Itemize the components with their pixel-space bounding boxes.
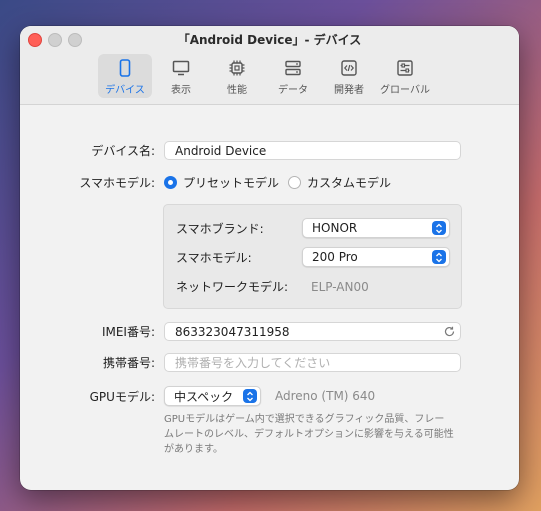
custom-model-label[interactable]: カスタムモデル [307,174,391,191]
tab-global[interactable]: グローバル [378,54,432,98]
brand-label: スマホブランド: [176,221,264,236]
tab-device[interactable]: デバイス [98,54,152,98]
phone-number-placeholder: 携帯番号を入力してください [175,356,331,370]
gpu-description-line: ムレートのレベル、デフォルトオプションに影響を与える可能性 [164,429,454,440]
phone-number-label: 携帯番号: [102,356,155,370]
refresh-icon[interactable] [443,325,456,341]
chevron-updown-icon [243,389,257,403]
window-title: 「Android Device」- デバイス [177,33,362,47]
toolbar: 「Android Device」- デバイス デバイス 表示 性能 データ 開発… [20,26,519,105]
device-name-field[interactable]: Android Device [164,141,461,160]
gpu-label: GPUモデル: [89,389,155,404]
gpu-select-value: 中スペック [174,389,234,404]
imei-value: 863323047311958 [175,324,290,339]
gpu-description-line: GPUモデルはゲーム内で選択できるグラフィック品質、フレー [164,414,445,425]
gpu-name: Adreno (TM) 640 [275,389,376,403]
tab-label: 性能 [227,85,247,96]
device-settings-pane: デバイス名: Android Device スマホモデル: プリセットモデル カ… [20,105,519,490]
brand-select-value: HONOR [312,221,358,235]
tab-performance[interactable]: 性能 [210,54,264,98]
brand-select[interactable]: HONOR [302,218,450,238]
network-model-label: ネットワークモデル: [176,280,289,294]
tab-data[interactable]: データ [266,54,320,98]
phone-icon [119,59,131,77]
tab-label: デバイス [105,85,145,96]
network-model-value: ELP-AN00 [311,279,369,294]
cpu-icon [229,60,245,76]
gpu-description-line: があります。 [164,444,223,455]
model-select-value: 200 Pro [312,250,358,264]
monitor-icon [172,60,190,76]
gpu-description: GPUモデルはゲーム内で選択できるグラフィック品質、フレー ムレートのレベル、デ… [164,412,474,457]
preset-model-group: スマホブランド: HONOR スマホモデル: 200 Pro ネットワークモデル… [163,204,462,309]
tab-label: 表示 [171,85,191,96]
tab-label: データ [278,85,308,96]
sliders-icon [397,60,413,76]
preset-model-label[interactable]: プリセットモデル [183,174,279,191]
tab-label: グローバル [380,85,430,96]
phone-number-field[interactable]: 携帯番号を入力してください [164,353,461,372]
code-icon [341,60,357,76]
model-label: スマホモデル: [176,250,252,265]
imei-field[interactable]: 863323047311958 [164,322,461,341]
model-mode-label: スマホモデル: [79,176,155,190]
settings-window: 「Android Device」- デバイス デバイス 表示 性能 データ 開発… [20,26,519,490]
storage-icon [285,60,301,76]
gpu-select[interactable]: 中スペック [164,386,261,406]
tab-developer[interactable]: 開発者 [322,54,376,98]
custom-model-radio[interactable] [288,176,302,189]
device-name-label: デバイス名: [91,144,155,158]
model-select[interactable]: 200 Pro [302,247,450,267]
tab-bar: デバイス 表示 性能 データ 開発者 グローバル [98,54,432,100]
preset-model-radio[interactable] [164,176,177,189]
chevron-updown-icon [432,221,446,235]
imei-label: IMEI番号: [101,325,155,339]
tab-display[interactable]: 表示 [154,54,208,98]
tab-label: 開発者 [334,85,364,96]
chevron-updown-icon [432,250,446,264]
